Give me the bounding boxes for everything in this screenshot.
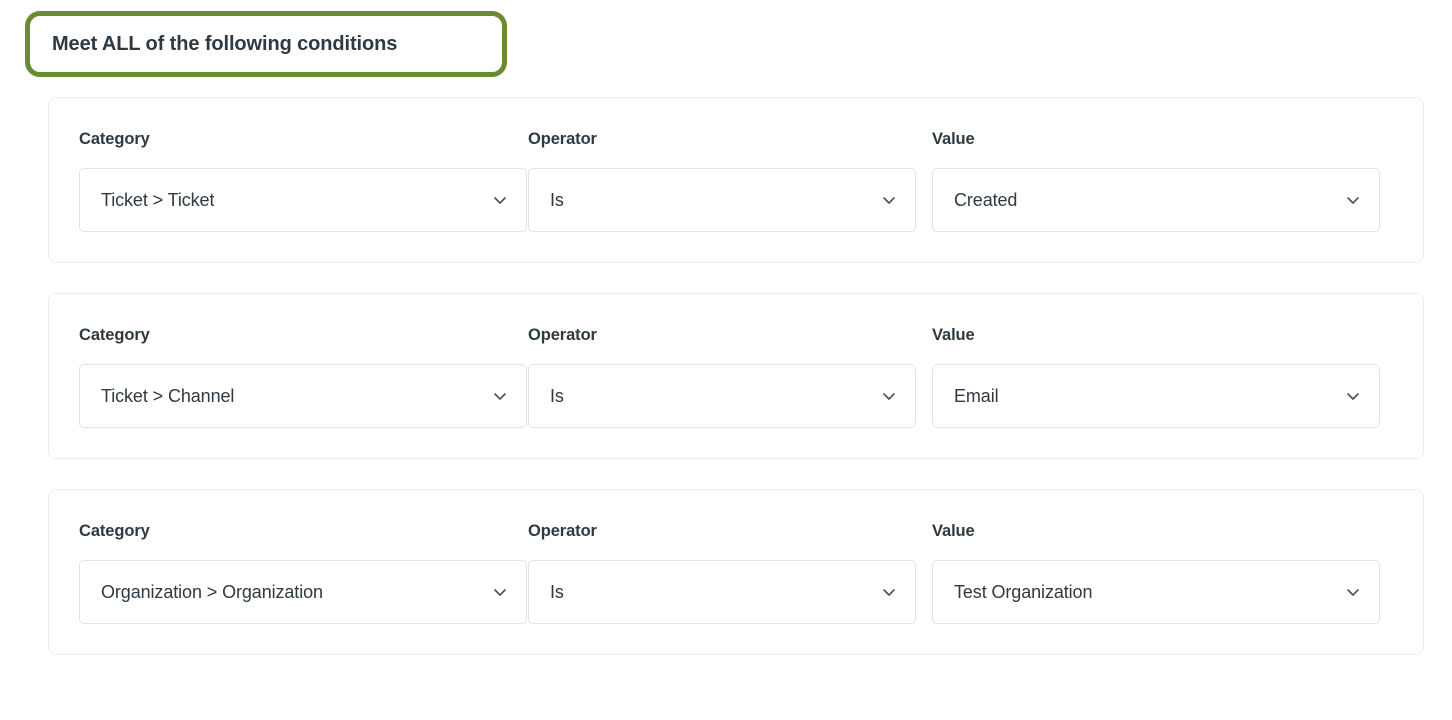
operator-select-value: Is: [550, 190, 564, 210]
category-select[interactable]: Ticket > Ticket: [79, 168, 527, 232]
condition-card: Category Ticket > Ticket Operator Is Val…: [48, 97, 1424, 263]
operator-label: Operator: [528, 522, 597, 540]
operator-select[interactable]: Is: [528, 168, 916, 232]
condition-row: Category Ticket > Channel Operator Is Va…: [79, 325, 1393, 428]
value-select[interactable]: Created: [932, 168, 1380, 232]
operator-select[interactable]: Is: [528, 560, 916, 624]
value-select-value: Created: [954, 190, 1018, 210]
condition-card: Category Organization > Organization Ope…: [48, 489, 1424, 655]
category-select-value: Ticket > Channel: [101, 386, 235, 406]
operator-field-group: Operator Is: [528, 129, 932, 232]
conditions-heading-annotation: Meet ALL of the following conditions: [25, 11, 507, 77]
category-field-group: Category Organization > Organization: [79, 521, 528, 624]
value-select-value: Email: [954, 386, 999, 406]
chevron-down-icon: [492, 192, 508, 208]
category-select-value: Ticket > Ticket: [101, 190, 215, 210]
category-select[interactable]: Ticket > Channel: [79, 364, 527, 428]
chevron-down-icon: [1345, 388, 1361, 404]
conditions-list: Category Ticket > Ticket Operator Is Val…: [48, 97, 1424, 685]
chevron-down-icon: [492, 388, 508, 404]
condition-card: Category Ticket > Channel Operator Is Va…: [48, 293, 1424, 459]
value-field-group: Value Email: [932, 325, 1381, 428]
condition-row: Category Ticket > Ticket Operator Is Val…: [79, 129, 1393, 232]
category-field-group: Category Ticket > Channel: [79, 325, 528, 428]
chevron-down-icon: [492, 584, 508, 600]
operator-select-value: Is: [550, 386, 564, 406]
value-label: Value: [932, 130, 975, 148]
value-select[interactable]: Test Organization: [932, 560, 1380, 624]
chevron-down-icon: [881, 584, 897, 600]
category-select-value: Organization > Organization: [101, 582, 323, 602]
value-select[interactable]: Email: [932, 364, 1380, 428]
value-label: Value: [932, 522, 975, 540]
value-select-value: Test Organization: [954, 582, 1093, 602]
operator-label: Operator: [528, 130, 597, 148]
value-field-group: Value Created: [932, 129, 1381, 232]
operator-label: Operator: [528, 326, 597, 344]
chevron-down-icon: [881, 192, 897, 208]
condition-row: Category Organization > Organization Ope…: [79, 521, 1393, 624]
value-label: Value: [932, 326, 975, 344]
category-label: Category: [79, 326, 150, 344]
operator-select-value: Is: [550, 582, 564, 602]
category-label: Category: [79, 522, 150, 540]
category-field-group: Category Ticket > Ticket: [79, 129, 528, 232]
category-select[interactable]: Organization > Organization: [79, 560, 527, 624]
chevron-down-icon: [1345, 584, 1361, 600]
operator-select[interactable]: Is: [528, 364, 916, 428]
operator-field-group: Operator Is: [528, 325, 932, 428]
category-label: Category: [79, 130, 150, 148]
chevron-down-icon: [1345, 192, 1361, 208]
operator-field-group: Operator Is: [528, 521, 932, 624]
chevron-down-icon: [881, 388, 897, 404]
value-field-group: Value Test Organization: [932, 521, 1381, 624]
page-title: Meet ALL of the following conditions: [52, 32, 398, 55]
